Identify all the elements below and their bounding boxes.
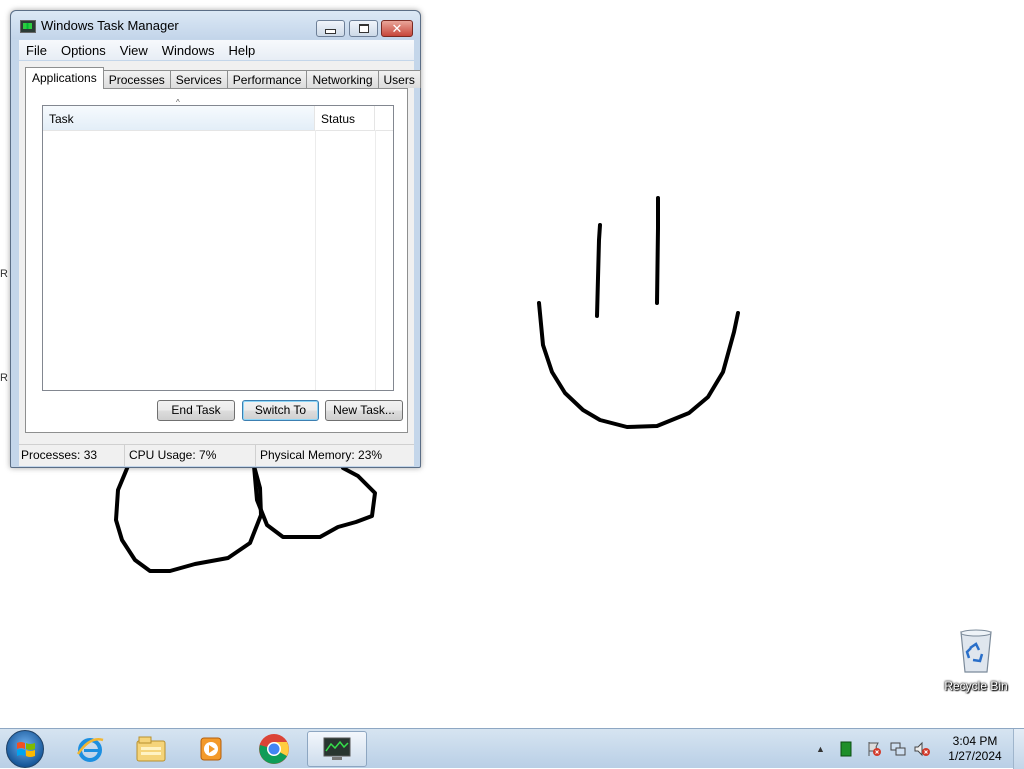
recycle-bin-label: Recycle Bin (944, 679, 1008, 693)
menu-help[interactable]: Help (221, 43, 262, 58)
new-task-button[interactable]: New Task... (325, 400, 403, 421)
menu-options[interactable]: Options (54, 43, 113, 58)
windows-explorer-icon (136, 736, 166, 762)
menu-file[interactable]: File (19, 43, 54, 58)
show-hidden-icons-button[interactable]: ▲ (816, 744, 832, 760)
windows-logo-icon (17, 742, 35, 757)
status-cpu-usage: CPU Usage: 7% (125, 445, 256, 466)
internet-explorer-icon (76, 738, 104, 762)
applications-panel: ^ Task Status End Task Switch To New Tas… (25, 88, 408, 433)
left-loop-stroke (114, 464, 263, 573)
taskbar-internet-explorer[interactable] (62, 731, 118, 767)
chrome-icon (259, 734, 289, 764)
left-eye-stroke (595, 223, 602, 318)
clock-time: 3:04 PM (952, 734, 998, 748)
task-list[interactable]: ^ Task Status (42, 98, 394, 391)
task-manager-icon (20, 20, 36, 33)
column-divider (375, 130, 376, 390)
tab-networking[interactable]: Networking (306, 70, 379, 88)
column-divider (315, 130, 316, 390)
start-button[interactable] (6, 730, 44, 768)
column-header-task-label: Task (49, 112, 74, 126)
taskbar-windows-explorer[interactable] (123, 731, 179, 767)
tab-processes[interactable]: Processes (102, 70, 171, 88)
tab-services[interactable]: Services (169, 70, 228, 88)
menu-windows[interactable]: Windows (155, 43, 222, 58)
taskbar: ▲ 3:04 PM 1/27/2024 (0, 728, 1024, 769)
task-list-header: ^ Task Status (43, 98, 393, 131)
status-bar: Processes: 33 CPU Usage: 7% Physical Mem… (19, 444, 414, 466)
task-manager-icon (323, 737, 351, 760)
media-player-icon (200, 737, 222, 761)
smile-stroke (537, 301, 740, 429)
sort-ascending-icon: ^ (176, 98, 180, 107)
notification-area: ▲ 3:04 PM 1/27/2024 (812, 729, 1024, 769)
menu-bar: File Options View Windows Help (19, 40, 414, 60)
clock-date: 1/27/2024 (948, 749, 1002, 763)
column-header-task[interactable]: ^ Task (43, 98, 315, 130)
action-center-flag-icon[interactable] (866, 741, 882, 757)
status-physical-memory: Physical Memory: 23% (260, 448, 383, 462)
column-header-status[interactable]: Status (315, 106, 375, 130)
menu-view[interactable]: View (113, 43, 155, 58)
minimize-icon (325, 28, 336, 34)
task-manager-tray-icon[interactable] (838, 741, 854, 757)
edge-fragment: R (0, 372, 8, 384)
tab-performance[interactable]: Performance (226, 70, 308, 88)
close-button[interactable]: ✕ (381, 20, 413, 37)
minimize-button[interactable] (316, 20, 345, 37)
recycle-bin[interactable]: Recycle Bin (940, 628, 1012, 693)
task-manager-window: Windows Task Manager ✕ File Options View… (10, 10, 421, 468)
show-desktop-button[interactable] (1013, 729, 1024, 769)
volume-muted-icon[interactable] (914, 741, 930, 757)
recycle-bin-icon (960, 629, 992, 673)
tab-applications[interactable]: Applications (25, 67, 104, 89)
end-task-button[interactable]: End Task (157, 400, 235, 421)
maximize-button[interactable] (349, 20, 378, 37)
taskbar-media-player[interactable] (183, 731, 239, 767)
window-title: Windows Task Manager (41, 18, 179, 33)
edge-fragment: R (0, 268, 8, 280)
window-content: Applications Processes Services Performa… (19, 61, 421, 444)
clock[interactable]: 3:04 PM 1/27/2024 (938, 734, 1012, 764)
tab-strip: Applications Processes Services Performa… (25, 67, 421, 89)
switch-to-button[interactable]: Switch To (242, 400, 319, 421)
right-eye-stroke (655, 196, 660, 305)
maximize-icon (358, 24, 369, 33)
network-icon[interactable] (890, 741, 906, 757)
taskbar-chrome[interactable] (246, 731, 302, 767)
title-bar[interactable]: Windows Task Manager ✕ (11, 11, 420, 39)
column-header-status-label: Status (321, 112, 356, 126)
right-loop-stroke (252, 464, 377, 539)
status-processes: Processes: 33 (19, 445, 125, 466)
taskbar-task-manager[interactable] (307, 731, 367, 767)
tab-users[interactable]: Users (377, 70, 421, 88)
close-icon: ✕ (391, 21, 403, 36)
